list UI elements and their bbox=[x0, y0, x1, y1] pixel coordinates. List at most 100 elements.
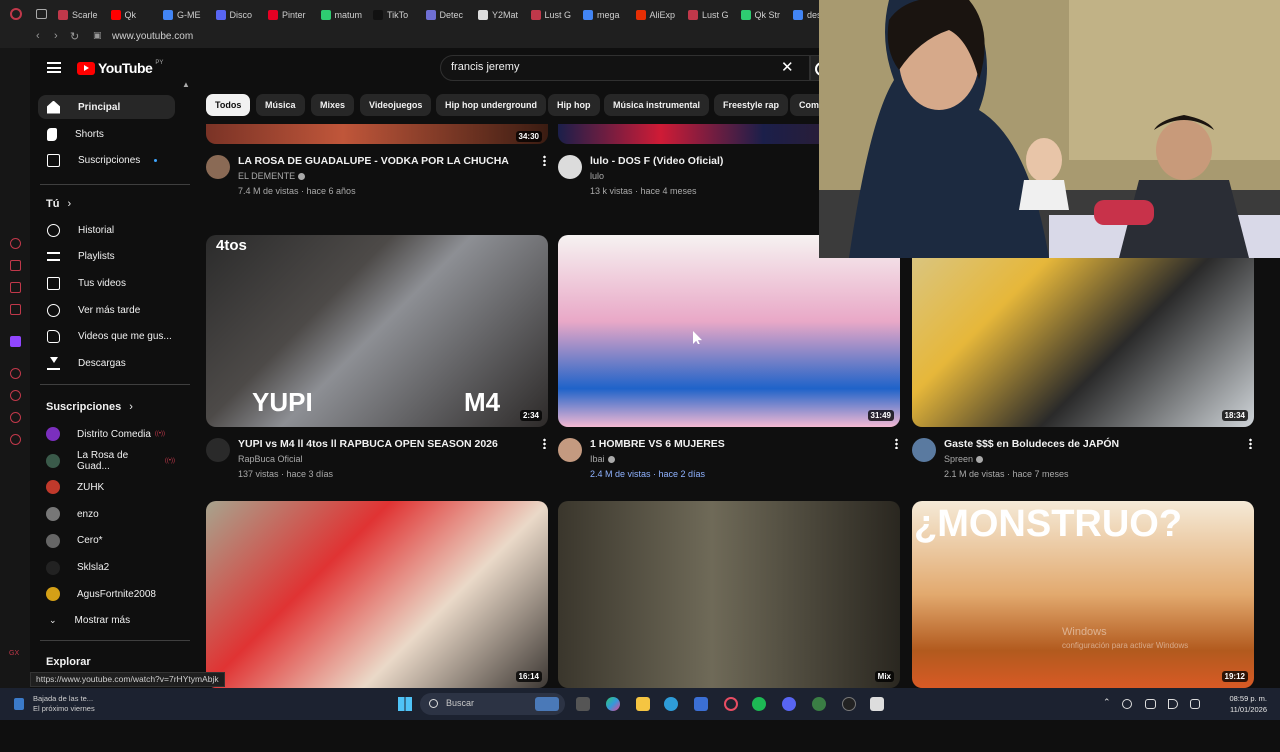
video-title[interactable]: YUPI vs M4 ll 4tos ll RAPBUCA OPEN SEASO… bbox=[238, 438, 498, 450]
browser-tab[interactable]: Lust G bbox=[688, 6, 736, 24]
sidebar-app-icon[interactable] bbox=[10, 304, 21, 315]
network-icon[interactable] bbox=[1145, 699, 1156, 709]
filter-chip[interactable]: Videojuegos bbox=[360, 94, 432, 116]
filter-chip[interactable]: Hip hop bbox=[548, 94, 600, 116]
gx-icon[interactable]: GX bbox=[9, 650, 19, 657]
subscription-item[interactable]: AgusFortnite2008 bbox=[38, 582, 175, 606]
volume-icon[interactable] bbox=[1168, 699, 1178, 709]
sidebar-app-icon[interactable] bbox=[10, 368, 21, 379]
video-card[interactable]: 2:34 YUPI M4 4tos YUPI vs M4 ll 4tos ll RAPB… bbox=[206, 235, 548, 491]
chevron-up-icon[interactable]: ⌃ bbox=[1103, 697, 1111, 708]
twitch-icon[interactable] bbox=[10, 336, 21, 347]
search-input[interactable]: francis jeremy ✕ bbox=[440, 55, 810, 81]
weather-icon[interactable] bbox=[14, 698, 24, 710]
sidebar-section-you[interactable]: Tú › bbox=[46, 198, 71, 210]
channel-name[interactable]: Ibai bbox=[590, 454, 615, 464]
video-title[interactable]: LA ROSA DE GUADALUPE - VODKA POR LA CHUC… bbox=[238, 155, 509, 167]
filter-chip[interactable]: Música instrumental bbox=[604, 94, 710, 116]
tray-icon[interactable] bbox=[1122, 699, 1132, 709]
sidebar-app-icon[interactable] bbox=[10, 260, 21, 271]
settings-icon[interactable] bbox=[10, 434, 21, 445]
windows-start-icon[interactable] bbox=[398, 697, 412, 711]
video-card[interactable]: 18:34 Gaste $$$ en Boludeces de JAPÓN Spre… bbox=[912, 235, 1254, 491]
app-icon[interactable] bbox=[842, 697, 856, 711]
copilot-icon[interactable] bbox=[606, 697, 620, 711]
sidebar-item-principal[interactable]: Principal bbox=[38, 95, 175, 119]
url-text[interactable]: www.youtube.com bbox=[112, 31, 193, 42]
browser-tab[interactable]: mega bbox=[583, 6, 631, 24]
taskbar-search[interactable]: Buscar bbox=[420, 693, 565, 715]
browser-tab[interactable]: Pinter bbox=[268, 6, 316, 24]
more-options-icon[interactable] bbox=[543, 155, 546, 166]
channel-name[interactable]: lulo bbox=[590, 171, 604, 181]
channel-avatar[interactable] bbox=[558, 438, 582, 462]
sidebar-item-downloads[interactable]: Descargas bbox=[38, 352, 175, 376]
browser-tab[interactable]: Scarle bbox=[58, 6, 106, 24]
tray-icon[interactable] bbox=[1190, 699, 1200, 709]
browser-tab[interactable]: Detec bbox=[425, 6, 474, 24]
sidebar-app-icon[interactable] bbox=[10, 412, 21, 423]
weather-widget[interactable]: Bajada de las te... El próximo viernes bbox=[33, 694, 95, 714]
filter-chip[interactable]: Mixes bbox=[311, 94, 355, 116]
channel-avatar[interactable] bbox=[558, 155, 582, 179]
filter-chip[interactable]: Hip hop underground bbox=[436, 94, 546, 116]
opera-gx-icon[interactable] bbox=[724, 697, 738, 711]
browser-tab[interactable]: Qk Str bbox=[740, 6, 789, 24]
video-title[interactable]: 1 HOMBRE VS 6 MUJERES bbox=[590, 438, 725, 450]
browser-tab[interactable]: Qk bbox=[110, 6, 159, 24]
channel-avatar[interactable] bbox=[206, 438, 230, 462]
browser-tab[interactable]: Disco bbox=[215, 6, 264, 24]
reload-icon[interactable]: ↻ bbox=[70, 30, 79, 43]
sidebar-item-playlists[interactable]: Playlists bbox=[38, 245, 175, 269]
store-icon[interactable] bbox=[694, 697, 708, 711]
youtube-logo[interactable]: YouTube PY bbox=[77, 60, 163, 76]
channel-avatar[interactable] bbox=[206, 155, 230, 179]
sidebar-item-history[interactable]: Historial bbox=[38, 218, 175, 242]
sidebar-section-subscriptions[interactable]: Suscripciones › bbox=[46, 401, 133, 413]
sidebar-app-icon[interactable] bbox=[10, 390, 21, 401]
sidebar-item-suscripciones[interactable]: Suscripciones bbox=[38, 148, 175, 172]
opera-logo-icon[interactable] bbox=[10, 8, 22, 20]
browser-tab[interactable]: matum bbox=[320, 6, 369, 24]
channel-name[interactable]: RapBuca Oficial bbox=[238, 454, 303, 464]
file-explorer-icon[interactable] bbox=[636, 697, 650, 711]
subscription-item[interactable]: Sklsla2 bbox=[38, 556, 175, 580]
channel-name[interactable]: EL DEMENTE bbox=[238, 171, 306, 181]
browser-tab[interactable]: Lust G bbox=[530, 6, 579, 24]
subscription-item[interactable]: Cero* bbox=[38, 529, 175, 553]
video-thumbnail[interactable]: 18:34 bbox=[912, 235, 1254, 427]
channel-avatar[interactable] bbox=[912, 438, 936, 462]
video-thumbnail[interactable]: 34:30 bbox=[206, 124, 548, 144]
sidebar-item-your-videos[interactable]: Tus videos bbox=[38, 271, 175, 295]
sidebar-item-watch-later[interactable]: Ver más tarde bbox=[38, 298, 175, 322]
task-view-icon[interactable] bbox=[576, 697, 590, 711]
video-thumbnail[interactable]: 19:12 ¿MONSTRUO? bbox=[912, 501, 1254, 688]
tab-overview-icon[interactable] bbox=[36, 9, 47, 19]
video-thumbnail[interactable]: 16:14 bbox=[206, 501, 548, 688]
more-options-icon[interactable] bbox=[1249, 438, 1252, 449]
channel-name[interactable]: Spreen bbox=[944, 454, 984, 464]
close-icon[interactable]: ✕ bbox=[781, 58, 794, 76]
video-card[interactable]: 31:49 1 HOMBRE VS 6 MUJERES Ibai 2.4 M de v… bbox=[558, 235, 900, 491]
app-icon[interactable] bbox=[870, 697, 884, 711]
show-more-button[interactable]: ⌄ Mostrar más bbox=[38, 608, 175, 632]
more-options-icon[interactable] bbox=[543, 438, 546, 449]
video-title[interactable]: lulo - DOS F (Video Oficial) bbox=[590, 155, 723, 167]
video-thumbnail[interactable]: 2:34 YUPI M4 4tos bbox=[206, 235, 548, 427]
menu-icon[interactable] bbox=[47, 62, 61, 73]
sidebar-item-liked[interactable]: Videos que me gus... bbox=[38, 325, 175, 349]
subscription-item[interactable]: Distrito Comedia ((•)) bbox=[38, 422, 175, 446]
subscription-item[interactable]: La Rosa de Guad... ((•)) bbox=[38, 449, 175, 473]
sidebar-app-icon[interactable] bbox=[10, 282, 21, 293]
filter-chip[interactable]: Freestyle rap bbox=[714, 94, 789, 116]
subscription-item[interactable]: ZUHK bbox=[38, 475, 175, 499]
forward-icon[interactable]: › bbox=[54, 30, 58, 42]
back-icon[interactable]: ‹ bbox=[36, 30, 40, 42]
browser-tab[interactable]: TikTo bbox=[373, 6, 421, 24]
sidebar-item-shorts[interactable]: Shorts bbox=[38, 122, 175, 146]
video-thumbnail[interactable]: 31:49 bbox=[558, 235, 900, 427]
spotify-icon[interactable] bbox=[752, 697, 766, 711]
more-options-icon[interactable] bbox=[895, 438, 898, 449]
browser-tab[interactable]: AliExp bbox=[635, 6, 684, 24]
taskbar-clock[interactable]: 08:59 p. m. 11/01/2026 bbox=[1222, 693, 1267, 715]
